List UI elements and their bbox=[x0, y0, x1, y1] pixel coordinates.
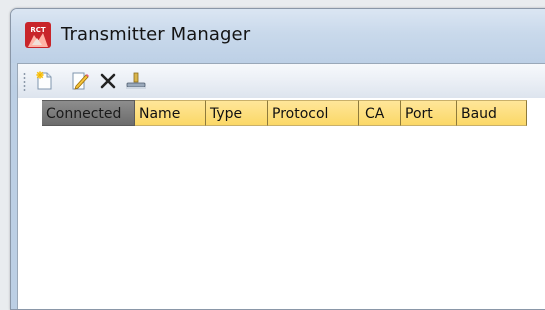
column-header-name[interactable]: Name bbox=[135, 100, 206, 126]
svg-text:RCT: RCT bbox=[30, 26, 46, 34]
column-header-protocol[interactable]: Protocol bbox=[268, 100, 359, 126]
transmitter-grid[interactable]: Connected Name Type Protocol CA Port Bau… bbox=[18, 98, 545, 309]
grid-header-row: Connected Name Type Protocol CA Port Bau… bbox=[42, 100, 527, 126]
content-area: Connected Name Type Protocol CA Port Bau… bbox=[17, 63, 545, 309]
edit-button[interactable] bbox=[68, 69, 92, 93]
column-header-ca[interactable]: CA bbox=[359, 100, 401, 126]
network-connect-icon bbox=[126, 72, 146, 89]
column-header-type[interactable]: Type bbox=[206, 100, 268, 126]
title-bar[interactable]: RCT Transmitter Manager bbox=[11, 9, 545, 63]
new-document-icon bbox=[36, 71, 52, 90]
edit-pencil-icon bbox=[72, 72, 89, 90]
new-button[interactable] bbox=[33, 69, 57, 93]
window-title: Transmitter Manager bbox=[61, 24, 251, 45]
delete-x-icon bbox=[100, 73, 116, 89]
column-header-baud[interactable]: Baud bbox=[457, 100, 527, 126]
connect-button[interactable] bbox=[124, 69, 148, 93]
transmitter-manager-window: RCT Transmitter Manager Connected Name T… bbox=[10, 8, 545, 310]
delete-button[interactable] bbox=[96, 69, 120, 93]
column-header-port[interactable]: Port bbox=[401, 100, 457, 126]
column-header-connected[interactable]: Connected bbox=[42, 100, 135, 126]
toolbar bbox=[18, 64, 545, 98]
app-logo-icon: RCT bbox=[25, 22, 51, 48]
toolbar-grip[interactable] bbox=[23, 72, 26, 92]
